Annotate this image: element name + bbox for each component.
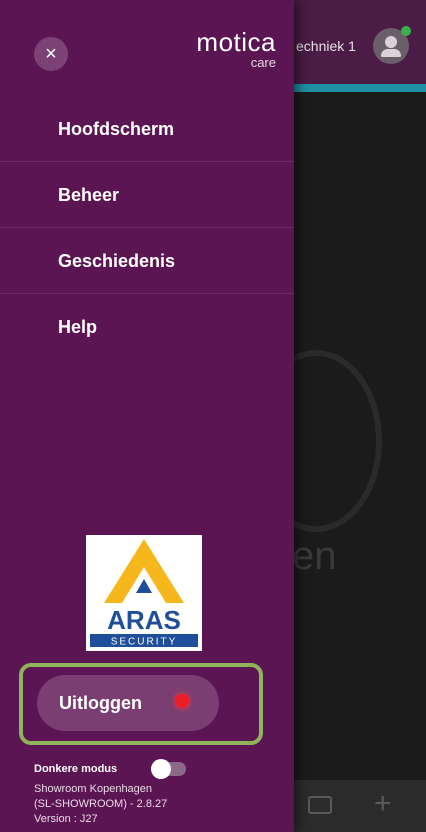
brand-logo: motica care [156, 28, 276, 70]
logout-button[interactable]: Uitloggen [37, 675, 219, 731]
site-code: (SL-SHOWROOM) - 2.8.27 [34, 798, 168, 810]
add-icon[interactable]: + [374, 789, 392, 819]
header-accent-bar [294, 84, 426, 92]
brand-sub: care [250, 55, 276, 70]
aras-logo-graphic: ARAS SECURITY [90, 539, 198, 648]
logo-a-outer [104, 539, 184, 603]
brand-name: motica [196, 27, 276, 57]
toggle-knob[interactable] [151, 759, 171, 779]
status-dot [175, 694, 189, 708]
site-name: Showroom Kopenhagen [34, 783, 153, 795]
logo-triangle [136, 579, 152, 593]
avatar-head [385, 36, 397, 48]
user-avatar[interactable] [373, 26, 411, 64]
user-name-label: echniek 1 [296, 38, 356, 54]
nav-item-geschiedenis[interactable]: Geschiedenis [0, 228, 294, 294]
dark-mode-label: Donkere modus [34, 763, 118, 775]
navigation-drawer: × motica care Hoofdscherm Beheer Geschie… [0, 0, 294, 832]
nav-item-hoofdscherm[interactable]: Hoofdscherm [0, 96, 294, 162]
logo-brand-text: ARAS [107, 605, 181, 635]
background-text: en [292, 534, 337, 578]
logo-sub-text: SECURITY [111, 637, 178, 648]
chat-icon[interactable] [308, 796, 332, 814]
app-version: Version : J27 [34, 813, 98, 825]
nav-item-beheer[interactable]: Beheer [0, 162, 294, 228]
avatar-body [381, 49, 401, 57]
close-button[interactable]: × [34, 37, 68, 71]
aras-security-logo: ARAS SECURITY [86, 535, 202, 651]
nav-item-help[interactable]: Help [0, 294, 294, 360]
